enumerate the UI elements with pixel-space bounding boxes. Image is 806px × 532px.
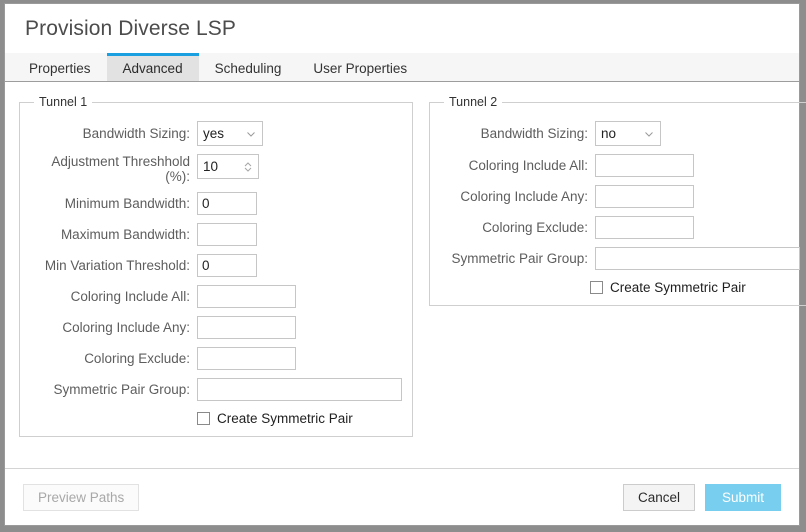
dialog-footer: Preview Paths Cancel Submit [5, 468, 799, 525]
label-bandwidth-sizing-1: Bandwidth Sizing: [30, 126, 197, 141]
label-minimum-bandwidth-1: Minimum Bandwidth: [30, 196, 197, 211]
field-row-min-variation-threshold-1: Min Variation Threshold: [30, 254, 402, 277]
preview-paths-button[interactable]: Preview Paths [23, 484, 139, 511]
tab-properties[interactable]: Properties [13, 53, 107, 81]
input-minimum-bandwidth-1[interactable] [197, 192, 257, 215]
tab-advanced[interactable]: Advanced [107, 53, 199, 81]
field-row-coloring-include-all-1: Coloring Include All: [30, 285, 402, 308]
field-row-minimum-bandwidth-1: Minimum Bandwidth: [30, 192, 402, 215]
dialog-title-bar: Provision Diverse LSP [5, 4, 799, 53]
label-coloring-exclude-2: Coloring Exclude: [440, 220, 595, 235]
input-coloring-exclude-2[interactable] [595, 216, 694, 239]
cancel-button[interactable]: Cancel [623, 484, 695, 511]
tunnel-columns: Tunnel 1 Bandwidth Sizing: yes Adjustmen… [19, 95, 785, 437]
field-row-adjustment-threshold-1: Adjustment Threshhold (%): 10 [30, 154, 402, 184]
label-bandwidth-sizing-2: Bandwidth Sizing: [440, 126, 595, 141]
select-bandwidth-sizing-1[interactable]: yes [197, 121, 263, 146]
label-create-symmetric-pair-2[interactable]: Create Symmetric Pair [610, 280, 746, 295]
tab-strip: Properties Advanced Scheduling User Prop… [5, 53, 799, 82]
field-row-maximum-bandwidth-1: Maximum Bandwidth: [30, 223, 402, 246]
input-coloring-include-any-2[interactable] [595, 185, 694, 208]
spinner-up-down-icon[interactable] [243, 160, 253, 174]
field-row-coloring-include-any-1: Coloring Include Any: [30, 316, 402, 339]
label-symmetric-pair-group-2: Symmetric Pair Group: [440, 251, 595, 266]
field-row-symmetric-pair-group-2: Symmetric Pair Group: [440, 247, 800, 270]
label-coloring-include-all-1: Coloring Include All: [30, 289, 197, 304]
label-coloring-include-any-1: Coloring Include Any: [30, 320, 197, 335]
input-symmetric-pair-group-2[interactable] [595, 247, 800, 270]
label-coloring-include-all-2: Coloring Include All: [440, 158, 595, 173]
checkbox-create-symmetric-pair-2[interactable] [590, 281, 603, 294]
submit-button[interactable]: Submit [705, 484, 781, 511]
input-maximum-bandwidth-1[interactable] [197, 223, 257, 246]
input-min-variation-threshold-1[interactable] [197, 254, 257, 277]
field-row-bandwidth-sizing-1: Bandwidth Sizing: yes [30, 121, 402, 146]
select-bandwidth-sizing-2-value: no [601, 126, 616, 141]
dialog-window: Provision Diverse LSP Properties Advance… [4, 3, 800, 526]
tab-scheduling[interactable]: Scheduling [199, 53, 298, 81]
field-row-symmetric-pair-group-1: Symmetric Pair Group: [30, 378, 402, 401]
label-adjustment-threshold-1: Adjustment Threshhold (%): [30, 154, 197, 184]
tunnel-1-panel: Tunnel 1 Bandwidth Sizing: yes Adjustmen… [19, 95, 413, 437]
field-row-bandwidth-sizing-2: Bandwidth Sizing: no [440, 121, 800, 146]
label-coloring-exclude-1: Coloring Exclude: [30, 351, 197, 366]
chevron-down-icon [246, 129, 256, 139]
input-coloring-include-all-1[interactable] [197, 285, 296, 308]
tunnel-2-panel: Tunnel 2 Bandwidth Sizing: no Coloring I… [429, 95, 806, 306]
input-symmetric-pair-group-1[interactable] [197, 378, 402, 401]
field-row-coloring-exclude-2: Coloring Exclude: [440, 216, 800, 239]
tunnel-2-legend: Tunnel 2 [444, 95, 502, 109]
label-create-symmetric-pair-1[interactable]: Create Symmetric Pair [217, 411, 353, 426]
label-coloring-include-any-2: Coloring Include Any: [440, 189, 595, 204]
label-min-variation-threshold-1: Min Variation Threshold: [30, 258, 197, 273]
label-symmetric-pair-group-1: Symmetric Pair Group: [30, 382, 197, 397]
input-coloring-include-any-1[interactable] [197, 316, 296, 339]
label-maximum-bandwidth-1: Maximum Bandwidth: [30, 227, 197, 242]
page-title: Provision Diverse LSP [25, 17, 236, 41]
input-adjustment-threshold-1[interactable]: 10 [197, 154, 259, 179]
input-coloring-exclude-1[interactable] [197, 347, 296, 370]
select-bandwidth-sizing-2[interactable]: no [595, 121, 661, 146]
tab-user-properties[interactable]: User Properties [297, 53, 423, 81]
checkbox-row-create-symmetric-pair-1: Create Symmetric Pair [30, 411, 402, 426]
field-row-coloring-include-any-2: Coloring Include Any: [440, 185, 800, 208]
chevron-down-icon [644, 129, 654, 139]
tunnel-1-legend: Tunnel 1 [34, 95, 92, 109]
input-coloring-include-all-2[interactable] [595, 154, 694, 177]
field-row-coloring-include-all-2: Coloring Include All: [440, 154, 800, 177]
tab-panel-advanced: Tunnel 1 Bandwidth Sizing: yes Adjustmen… [5, 82, 799, 468]
select-bandwidth-sizing-1-value: yes [203, 126, 224, 141]
checkbox-row-create-symmetric-pair-2: Create Symmetric Pair [440, 280, 800, 295]
input-adjustment-threshold-1-value: 10 [203, 159, 218, 174]
checkbox-create-symmetric-pair-1[interactable] [197, 412, 210, 425]
field-row-coloring-exclude-1: Coloring Exclude: [30, 347, 402, 370]
